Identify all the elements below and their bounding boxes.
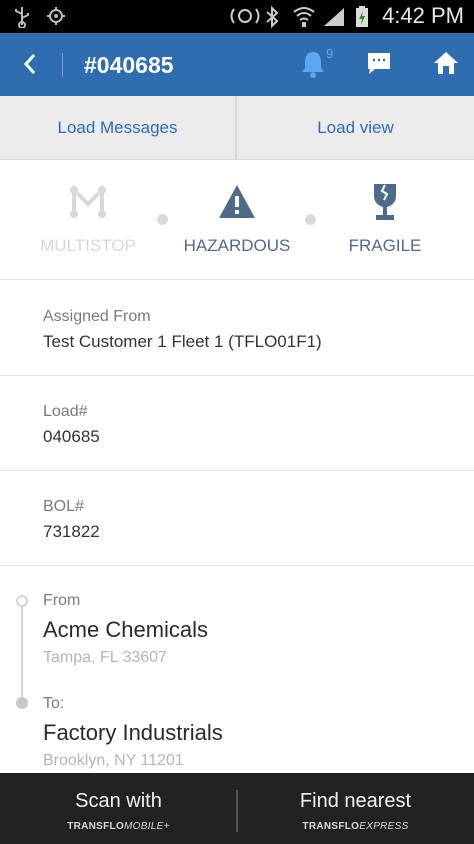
back-icon[interactable] xyxy=(22,53,38,80)
flag-hazardous-label: HAZARDOUS xyxy=(183,236,291,255)
flag-fragile: FRAGILE xyxy=(315,160,455,280)
load-flags: MULTISTOP HAZARDOUS FRAGILE xyxy=(0,160,474,280)
route-section: From Acme Chemicals Tampa, FL 33607 To: … xyxy=(0,567,474,777)
find-nearest-label: Find nearest xyxy=(299,790,412,812)
signal-icon xyxy=(322,6,346,33)
usb-icon xyxy=(12,6,32,33)
flag-separator-dot xyxy=(305,214,316,225)
nfc-icon xyxy=(228,6,262,31)
bluetooth-icon xyxy=(265,5,279,33)
flag-multistop: MULTISTOP xyxy=(18,160,158,280)
notification-count: 9 xyxy=(326,46,334,61)
hazard-icon xyxy=(217,182,257,222)
load-number-value: 040685 xyxy=(43,427,100,446)
page-title: #040685 xyxy=(84,52,174,78)
tab-load-messages-label: Load Messages xyxy=(57,118,178,137)
tab-bar: Load Messages Load view xyxy=(0,96,474,160)
origin-node-icon xyxy=(16,595,28,607)
scan-with-label: Scan with xyxy=(75,790,162,812)
load-number-label: Load# xyxy=(43,403,88,420)
transflo-express-logo: TRANSFLOEXPRESS xyxy=(302,821,409,832)
from-label: From xyxy=(43,592,81,609)
origin-name: Acme Chemicals xyxy=(43,617,209,642)
status-time: 4:42 PM xyxy=(382,3,464,28)
flag-hazardous: HAZARDOUS xyxy=(167,160,307,280)
tab-load-messages[interactable]: Load Messages xyxy=(0,96,237,160)
to-label: To: xyxy=(43,695,65,712)
bol-number-value: 731822 xyxy=(43,522,100,541)
origin-address: Tampa, FL 33607 xyxy=(43,649,167,666)
route-line xyxy=(21,602,23,704)
gps-icon xyxy=(46,6,66,31)
destination-name: Factory Industrials xyxy=(43,720,223,745)
flag-separator-dot xyxy=(157,214,168,225)
battery-icon xyxy=(352,6,372,33)
flag-fragile-label: FRAGILE xyxy=(348,236,422,255)
assigned-from-value: Test Customer 1 Fleet 1 (TFLO01F1) xyxy=(43,332,322,351)
tab-load-view[interactable]: Load view xyxy=(237,96,474,160)
messages-icon[interactable] xyxy=(366,51,392,82)
destination-node-icon xyxy=(16,697,28,709)
assigned-from-field: Assigned From Test Customer 1 Fleet 1 (T… xyxy=(0,281,474,376)
bell-icon[interactable] xyxy=(300,49,326,84)
assigned-from-label: Assigned From xyxy=(43,308,151,325)
home-icon[interactable] xyxy=(433,50,459,81)
app-bar: #040685 9 xyxy=(0,33,474,96)
transflo-mobile-logo: TRANSFLOMOBILE+ xyxy=(67,821,170,832)
fragile-glass-icon xyxy=(365,182,405,222)
scan-with-button[interactable]: Scan with TRANSFLOMOBILE+ xyxy=(0,773,237,844)
tab-load-view-label: Load view xyxy=(317,118,394,137)
destination-address: Brooklyn, NY 11201 xyxy=(43,752,184,769)
flag-multistop-label: MULTISTOP xyxy=(40,236,136,255)
status-bar: 4:42 PM xyxy=(0,0,474,33)
bol-number-field: BOL# 731822 xyxy=(0,471,474,566)
bol-number-label: BOL# xyxy=(43,498,84,515)
find-nearest-button[interactable]: Find nearest TRANSFLOEXPRESS xyxy=(237,773,474,844)
multistop-icon xyxy=(68,182,108,222)
bottom-action-bar: Scan with TRANSFLOMOBILE+ Find nearest T… xyxy=(0,773,474,844)
load-number-field: Load# 040685 xyxy=(0,376,474,471)
appbar-divider xyxy=(62,53,63,77)
wifi-icon xyxy=(292,6,316,33)
